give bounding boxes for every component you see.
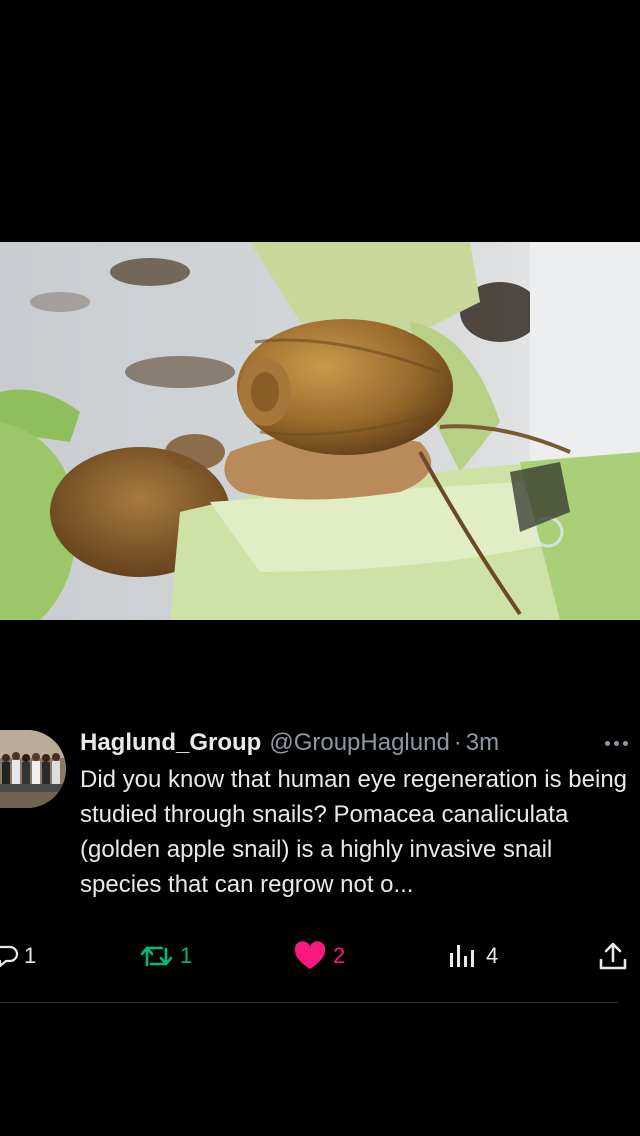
tweet-media-image[interactable] [0, 242, 640, 620]
divider [0, 1002, 618, 1003]
separator: · [453, 729, 462, 756]
user-handle[interactable]: @GroupHaglund [269, 729, 449, 757]
heart-icon [294, 941, 326, 969]
group-photo-avatar [0, 730, 66, 808]
display-name[interactable]: Haglund_Group [80, 729, 261, 757]
reply-button[interactable]: 1 [0, 934, 36, 978]
avatar[interactable] [0, 730, 66, 808]
reply-count: 1 [24, 943, 37, 968]
action-bar: 1 1 2 4 [0, 934, 640, 978]
like-count: 2 [333, 943, 346, 968]
tweet-text[interactable]: Did you know that human eye regeneration… [80, 762, 628, 902]
analytics-bar-icon [450, 945, 474, 967]
snail-photo [0, 242, 640, 620]
views-count: 4 [486, 943, 499, 968]
timestamp[interactable]: 3m [466, 729, 499, 757]
views-button[interactable]: 4 [448, 934, 498, 978]
more-options-icon[interactable] [605, 726, 628, 760]
retweet-button[interactable]: 1 [140, 934, 192, 978]
share-icon [599, 942, 627, 970]
reply-icon [0, 945, 18, 968]
retweet-count: 1 [180, 943, 193, 968]
retweet-icon [140, 946, 173, 967]
like-button[interactable]: 2 [293, 934, 345, 978]
tweet-header: Haglund_Group @GroupHaglund · 3m [80, 726, 628, 760]
share-button[interactable] [598, 934, 628, 978]
